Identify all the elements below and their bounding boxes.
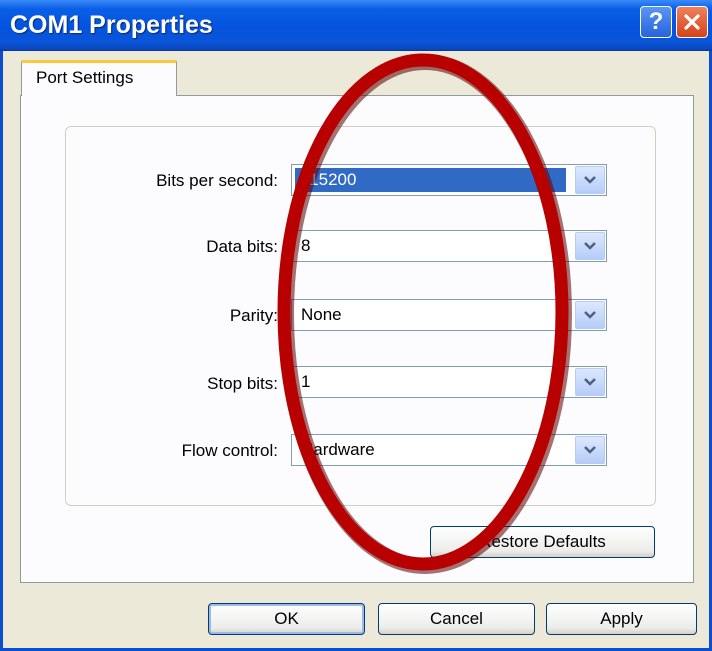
stop-bits-label: Stop bits: xyxy=(207,374,278,393)
bits-per-second-select[interactable]: 115200 xyxy=(291,164,607,196)
close-icon xyxy=(684,14,700,30)
data-bits-value: 8 xyxy=(301,236,311,255)
chevron-down-icon xyxy=(584,242,596,250)
restore-defaults-button[interactable]: Restore Defaults xyxy=(430,526,655,558)
help-icon: ? xyxy=(648,8,664,35)
ok-button[interactable]: OK xyxy=(208,603,365,635)
data-bits-label: Data bits: xyxy=(206,237,278,256)
bits-per-second-label: Bits per second: xyxy=(156,171,278,190)
stop-bits-select[interactable]: 1 xyxy=(291,366,607,398)
bits-per-second-value: 115200 xyxy=(295,168,566,192)
close-button[interactable] xyxy=(676,6,708,38)
cancel-button[interactable]: Cancel xyxy=(378,603,535,635)
flow-control-label: Flow control: xyxy=(181,441,278,460)
chevron-down-icon xyxy=(584,378,596,386)
chevron-down-icon xyxy=(584,176,596,184)
stop-bits-value: 1 xyxy=(301,372,311,391)
apply-button[interactable]: Apply xyxy=(546,603,697,635)
dropdown-button[interactable] xyxy=(575,301,605,329)
dropdown-button[interactable] xyxy=(575,166,605,194)
parity-value: None xyxy=(301,305,342,324)
dropdown-button[interactable] xyxy=(575,436,605,464)
tab-port-settings[interactable]: Port Settings xyxy=(21,60,177,96)
data-bits-select[interactable]: 8 xyxy=(291,230,607,262)
help-button[interactable]: ? xyxy=(640,6,672,38)
flow-control-value: Hardware xyxy=(301,440,375,459)
chevron-down-icon xyxy=(584,446,596,454)
dropdown-button[interactable] xyxy=(575,232,605,260)
tab-label: Port Settings xyxy=(36,68,134,87)
chevron-down-icon xyxy=(584,311,596,319)
flow-control-select[interactable]: Hardware xyxy=(291,434,607,466)
dropdown-button[interactable] xyxy=(575,368,605,396)
window-title: COM1 Properties xyxy=(10,11,213,39)
title-bar[interactable]: COM1 Properties ? xyxy=(0,0,712,51)
parity-label: Parity: xyxy=(229,306,278,325)
parity-select[interactable]: None xyxy=(291,299,607,331)
